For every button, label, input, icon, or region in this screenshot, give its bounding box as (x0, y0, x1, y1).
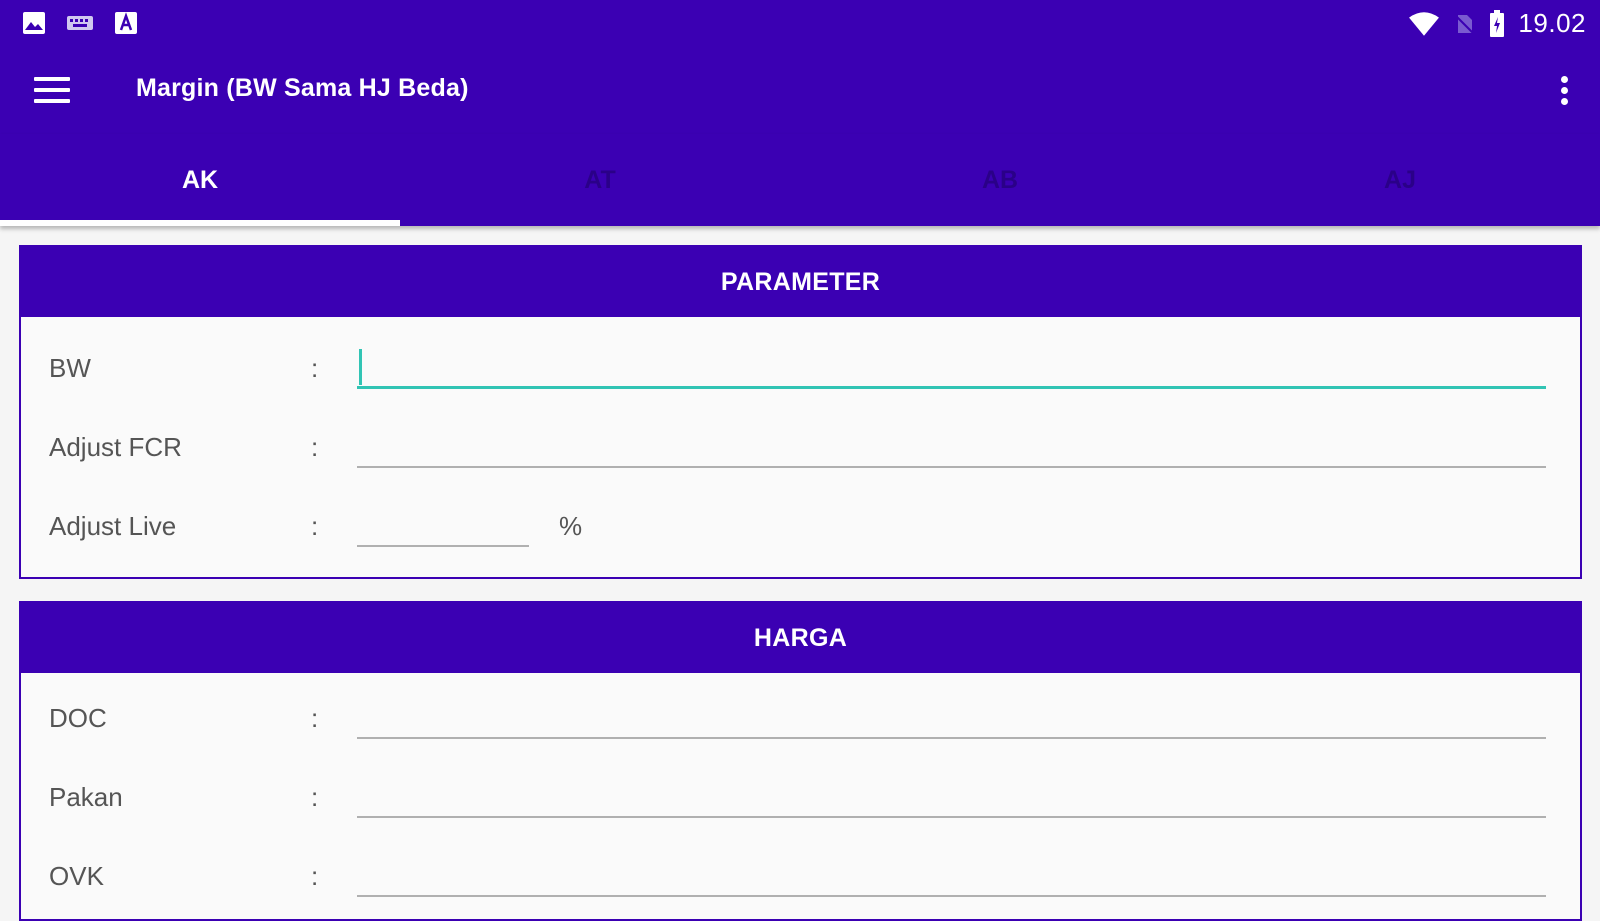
adjust-live-row: Adjust Live : % (21, 481, 1580, 560)
ovk-label: OVK (49, 861, 104, 891)
battery-charging-icon (1490, 9, 1505, 37)
tab-ab[interactable]: AB (800, 134, 1200, 226)
ovk-input[interactable] (357, 851, 1546, 897)
doc-colon: : (311, 703, 319, 733)
keyboard-icon (67, 16, 93, 30)
pakan-row: Pakan : (21, 752, 1580, 831)
adjust-live-label: Adjust Live (49, 511, 177, 541)
tab-bar: AK AT AB AJ (0, 134, 1600, 226)
tab-ak[interactable]: AK (0, 134, 400, 226)
image-icon (23, 12, 45, 34)
pakan-colon: : (311, 782, 319, 812)
tab-aj[interactable]: AJ (1200, 134, 1600, 226)
harga-card: HARGA DOC : Pakan : OVK : (19, 601, 1582, 921)
bw-label: BW (49, 353, 91, 383)
harga-header: HARGA (21, 603, 1580, 673)
adjust-fcr-row: Adjust FCR : (21, 402, 1580, 481)
parameter-card: PARAMETER BW : Adjust FCR : Adjust Live … (19, 245, 1582, 579)
bw-colon: : (311, 353, 319, 383)
adjust-fcr-colon: : (311, 432, 319, 462)
pakan-label: Pakan (49, 782, 123, 812)
doc-label: DOC (49, 703, 107, 733)
page-title: Margin (BW Sama HJ Beda) (136, 74, 469, 102)
no-sim-icon (1454, 13, 1475, 34)
doc-input[interactable] (357, 693, 1546, 739)
doc-row: DOC : (21, 673, 1580, 752)
app-bar: Margin (BW Sama HJ Beda) (0, 46, 1600, 134)
percent-unit: % (559, 511, 583, 541)
pakan-input[interactable] (357, 772, 1546, 818)
adjust-fcr-label: Adjust FCR (49, 432, 182, 462)
status-time: 19.02 (1518, 8, 1586, 38)
adjust-live-colon: : (311, 511, 319, 541)
ovk-colon: : (311, 861, 319, 891)
ovk-row: OVK : (21, 831, 1580, 910)
wifi-icon (1409, 11, 1440, 36)
bw-input[interactable] (357, 343, 1546, 389)
adjust-live-input[interactable] (357, 501, 529, 547)
more-vert-icon[interactable] (1552, 74, 1576, 110)
status-bar: 19.02 (0, 0, 1600, 46)
tab-at[interactable]: AT (400, 134, 800, 226)
text-a-icon (115, 12, 137, 34)
bw-row: BW : (21, 323, 1580, 402)
text-cursor (359, 349, 362, 385)
adjust-fcr-input[interactable] (357, 422, 1546, 468)
parameter-header: PARAMETER (21, 247, 1580, 317)
hamburger-menu-icon[interactable] (30, 74, 74, 110)
